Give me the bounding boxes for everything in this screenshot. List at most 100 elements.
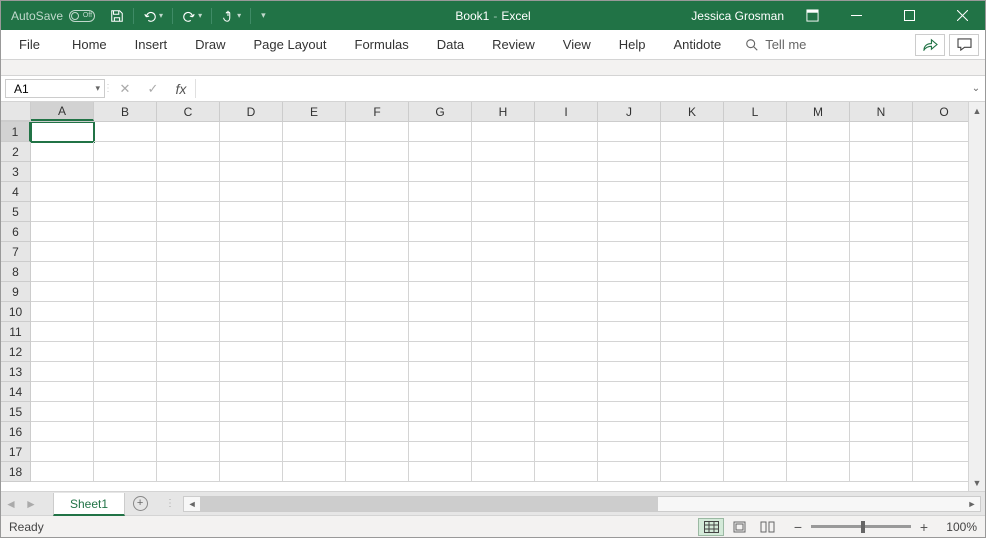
cell[interactable] xyxy=(157,282,220,302)
row-header[interactable]: 18 xyxy=(1,462,31,482)
cell[interactable] xyxy=(850,342,913,362)
cell[interactable] xyxy=(598,242,661,262)
cell[interactable] xyxy=(661,462,724,482)
row-header[interactable]: 4 xyxy=(1,182,31,202)
cell[interactable] xyxy=(661,162,724,182)
cell[interactable] xyxy=(850,442,913,462)
cell[interactable] xyxy=(346,362,409,382)
cell[interactable] xyxy=(598,382,661,402)
cell[interactable] xyxy=(409,122,472,142)
cell[interactable] xyxy=(850,362,913,382)
cell[interactable] xyxy=(850,222,913,242)
cell[interactable] xyxy=(535,282,598,302)
row-header[interactable]: 14 xyxy=(1,382,31,402)
row-header[interactable]: 16 xyxy=(1,422,31,442)
cell[interactable] xyxy=(94,262,157,282)
tab-help[interactable]: Help xyxy=(605,30,660,59)
cell[interactable] xyxy=(472,322,535,342)
cell[interactable] xyxy=(598,442,661,462)
cell[interactable] xyxy=(598,322,661,342)
tab-data[interactable]: Data xyxy=(423,30,478,59)
cell[interactable] xyxy=(913,362,968,382)
cell[interactable] xyxy=(598,162,661,182)
cell[interactable] xyxy=(535,162,598,182)
cell[interactable] xyxy=(220,282,283,302)
cell[interactable] xyxy=(661,302,724,322)
cell[interactable] xyxy=(409,382,472,402)
cell[interactable] xyxy=(535,322,598,342)
cell[interactable] xyxy=(472,462,535,482)
cell[interactable] xyxy=(283,242,346,262)
cell[interactable] xyxy=(409,442,472,462)
cell[interactable] xyxy=(346,322,409,342)
cell[interactable] xyxy=(94,282,157,302)
cell[interactable] xyxy=(724,442,787,462)
cell[interactable] xyxy=(913,282,968,302)
cell[interactable] xyxy=(409,202,472,222)
cell[interactable] xyxy=(346,382,409,402)
cell[interactable] xyxy=(913,382,968,402)
cell[interactable] xyxy=(283,422,346,442)
row-header[interactable]: 7 xyxy=(1,242,31,262)
cell[interactable] xyxy=(724,222,787,242)
cell[interactable] xyxy=(283,342,346,362)
cell[interactable] xyxy=(31,382,94,402)
zoom-slider[interactable] xyxy=(811,525,911,528)
cell[interactable] xyxy=(220,382,283,402)
cell[interactable] xyxy=(94,182,157,202)
cell[interactable] xyxy=(724,302,787,322)
cell[interactable] xyxy=(94,322,157,342)
cell[interactable] xyxy=(94,142,157,162)
cell[interactable] xyxy=(346,462,409,482)
tab-file[interactable]: File xyxy=(1,30,58,59)
cell[interactable] xyxy=(157,462,220,482)
cell[interactable] xyxy=(94,302,157,322)
tab-draw[interactable]: Draw xyxy=(181,30,239,59)
cell[interactable] xyxy=(787,242,850,262)
cell[interactable] xyxy=(220,262,283,282)
cell[interactable] xyxy=(724,122,787,142)
cell[interactable] xyxy=(535,182,598,202)
column-header[interactable]: N xyxy=(850,102,913,121)
cell[interactable] xyxy=(535,442,598,462)
cell[interactable] xyxy=(346,222,409,242)
cell[interactable] xyxy=(346,342,409,362)
cell[interactable] xyxy=(598,142,661,162)
scroll-left-button[interactable]: ◄ xyxy=(184,499,200,509)
tell-me-search[interactable]: Tell me xyxy=(735,30,816,59)
cell[interactable] xyxy=(31,362,94,382)
cell[interactable] xyxy=(913,402,968,422)
enter-formula-button[interactable]: ✓ xyxy=(139,81,167,97)
cell[interactable] xyxy=(31,302,94,322)
zoom-out-button[interactable]: − xyxy=(791,519,805,535)
cell[interactable] xyxy=(724,342,787,362)
minimize-button[interactable] xyxy=(834,1,879,30)
row-header[interactable]: 10 xyxy=(1,302,31,322)
cell[interactable] xyxy=(787,142,850,162)
cell[interactable] xyxy=(598,222,661,242)
cell[interactable] xyxy=(850,242,913,262)
cell[interactable] xyxy=(157,142,220,162)
cell[interactable] xyxy=(409,222,472,242)
cell[interactable] xyxy=(787,182,850,202)
row-header[interactable]: 8 xyxy=(1,262,31,282)
tab-formulas[interactable]: Formulas xyxy=(341,30,423,59)
cell[interactable] xyxy=(535,302,598,322)
cancel-formula-button[interactable]: ✕ xyxy=(111,81,139,97)
cell[interactable] xyxy=(220,222,283,242)
zoom-in-button[interactable]: + xyxy=(917,519,931,535)
cell[interactable] xyxy=(661,122,724,142)
cell[interactable] xyxy=(346,122,409,142)
cell[interactable] xyxy=(31,402,94,422)
cell[interactable] xyxy=(283,182,346,202)
cell[interactable] xyxy=(157,242,220,262)
maximize-button[interactable] xyxy=(887,1,932,30)
cell[interactable] xyxy=(220,122,283,142)
cell[interactable] xyxy=(661,362,724,382)
cell[interactable] xyxy=(31,142,94,162)
column-header[interactable]: J xyxy=(598,102,661,121)
sheet-nav-next[interactable]: ► xyxy=(21,492,41,515)
row-header[interactable]: 6 xyxy=(1,222,31,242)
scroll-down-button[interactable]: ▼ xyxy=(969,474,985,491)
cell[interactable] xyxy=(409,282,472,302)
